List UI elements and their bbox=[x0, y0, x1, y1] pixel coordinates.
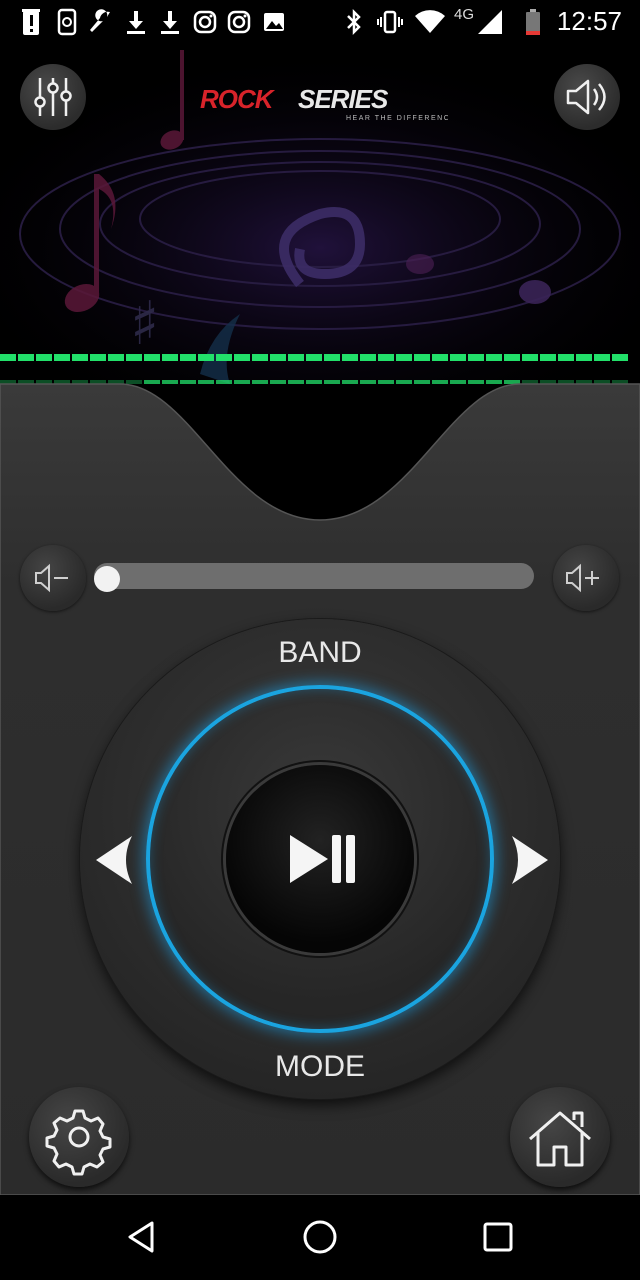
eq-bar-segment bbox=[612, 354, 628, 361]
play-pause-button[interactable] bbox=[226, 765, 414, 953]
equalizer-button[interactable] bbox=[20, 64, 86, 130]
eq-bar-segment bbox=[504, 354, 520, 361]
download-icon bbox=[161, 11, 179, 34]
recents-icon[interactable] bbox=[478, 1217, 518, 1257]
download-icon bbox=[127, 11, 145, 34]
eq-bar-segment bbox=[126, 354, 142, 361]
eq-bar-segment bbox=[450, 354, 466, 361]
instagram-icon bbox=[193, 10, 217, 34]
eq-bar-segment bbox=[522, 354, 538, 361]
alert-icon bbox=[22, 9, 40, 35]
eq-bar-segment bbox=[198, 354, 214, 361]
speaker-icon bbox=[566, 79, 606, 115]
back-icon[interactable] bbox=[122, 1217, 162, 1257]
vibrate-icon bbox=[377, 10, 403, 34]
eq-bar-segment bbox=[396, 354, 412, 361]
status-bar: 4G 12:57 bbox=[0, 0, 640, 44]
settings-button[interactable] bbox=[29, 1087, 129, 1187]
band-button[interactable]: BAND bbox=[220, 636, 420, 670]
eq-bar-segment bbox=[288, 354, 304, 361]
eq-bar-segment bbox=[378, 354, 394, 361]
previous-arrow-icon[interactable] bbox=[90, 830, 140, 890]
speaker-button[interactable] bbox=[554, 64, 620, 130]
volume-up-button[interactable] bbox=[553, 545, 619, 611]
volume-slider-track[interactable] bbox=[94, 563, 534, 589]
eq-bar-segment bbox=[216, 354, 232, 361]
eq-bar-segment bbox=[270, 354, 286, 361]
clock: 12:57 bbox=[556, 6, 622, 36]
instagram-icon bbox=[227, 10, 251, 34]
eq-bar-segment bbox=[72, 354, 88, 361]
svg-text:SERIES: SERIES bbox=[298, 84, 389, 114]
eq-bar-segment bbox=[54, 354, 70, 361]
eq-bar-segment bbox=[108, 354, 124, 361]
home-button[interactable] bbox=[510, 1087, 610, 1187]
wrench-icon bbox=[90, 9, 110, 32]
bluetooth-icon bbox=[347, 8, 361, 36]
eq-bar-segment bbox=[468, 354, 484, 361]
system-nav-bar bbox=[0, 1195, 640, 1280]
signal-icon bbox=[478, 10, 502, 34]
phone-sync-icon bbox=[57, 8, 77, 36]
next-arrow-icon[interactable] bbox=[504, 830, 554, 890]
eq-bar-segment bbox=[234, 354, 250, 361]
wifi-icon bbox=[415, 10, 445, 34]
svg-text:ROCK: ROCK bbox=[200, 84, 276, 114]
eq-bar-segment bbox=[18, 354, 34, 361]
eq-bar-segment bbox=[252, 354, 268, 361]
eq-bar-segment bbox=[180, 354, 196, 361]
eq-bar-segment bbox=[576, 354, 592, 361]
mode-button[interactable]: MODE bbox=[220, 1050, 420, 1084]
eq-bar-segment bbox=[360, 354, 376, 361]
eq-bar-segment bbox=[144, 354, 160, 361]
eq-bar-segment bbox=[540, 354, 556, 361]
eq-bar-segment bbox=[558, 354, 574, 361]
play-pause-icon bbox=[290, 835, 355, 883]
image-icon bbox=[264, 13, 284, 31]
eq-bar-segment bbox=[36, 354, 52, 361]
volume-down-icon bbox=[35, 563, 68, 593]
music-visual: ♯ ROCK SERIES HEAR THE DIFFERENCE bbox=[0, 44, 640, 384]
svg-text:♯: ♯ bbox=[130, 289, 159, 359]
eq-bar-segment bbox=[162, 354, 178, 361]
gear-icon bbox=[45, 1109, 112, 1176]
volume-up-icon bbox=[566, 563, 599, 593]
home-circle-icon[interactable] bbox=[300, 1217, 340, 1257]
eq-bar-segment bbox=[0, 354, 16, 361]
eq-bar-segment bbox=[90, 354, 106, 361]
network-type-label: 4G bbox=[454, 6, 475, 23]
eq-bar-segment bbox=[432, 354, 448, 361]
svg-text:HEAR THE DIFFERENCE: HEAR THE DIFFERENCE bbox=[346, 115, 448, 122]
eq-bar-segment bbox=[414, 354, 430, 361]
volume-slider-knob[interactable] bbox=[94, 566, 120, 592]
eq-bar-segment bbox=[342, 354, 358, 361]
home-icon bbox=[529, 1111, 591, 1167]
eq-bar-segment bbox=[324, 354, 340, 361]
battery-icon bbox=[526, 9, 540, 35]
volume-down-button[interactable] bbox=[20, 545, 86, 611]
eq-bar-segment bbox=[486, 354, 502, 361]
rock-series-logo: ROCK SERIES HEAR THE DIFFERENCE bbox=[198, 78, 455, 128]
eq-bar-segment bbox=[306, 354, 322, 361]
eq-bar-segment bbox=[594, 354, 610, 361]
equalizer-icon bbox=[34, 78, 72, 116]
